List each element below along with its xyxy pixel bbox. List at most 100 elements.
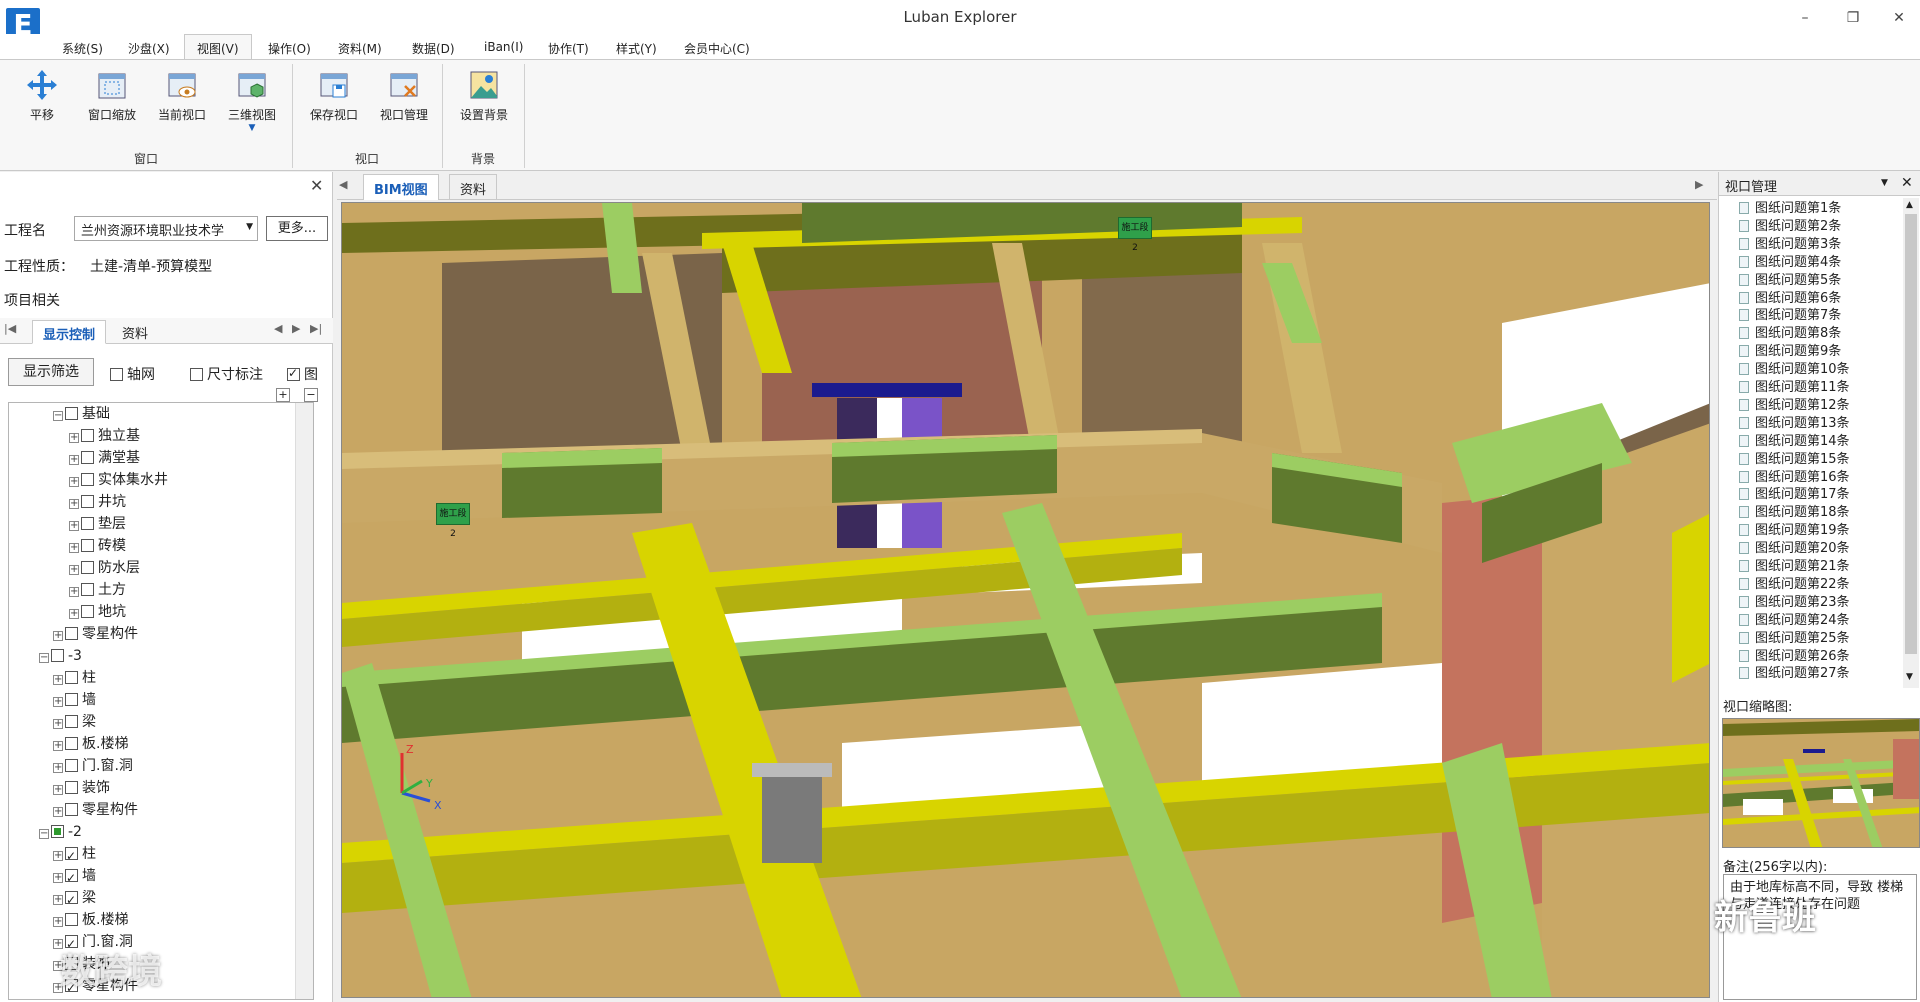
tree-node[interactable]: +墙 <box>53 865 96 889</box>
expand-icon[interactable]: + <box>69 521 79 531</box>
project-select[interactable]: 兰州资源环境职业技术学 ▼ <box>74 216 258 241</box>
saved-view-item[interactable]: 图纸问题第4条 <box>1725 254 1841 272</box>
saved-view-item[interactable]: 图纸问题第5条 <box>1725 272 1841 290</box>
expand-icon[interactable]: + <box>69 587 79 597</box>
expand-icon[interactable]: + <box>53 895 63 905</box>
checkbox[interactable] <box>81 561 94 574</box>
collapse-icon[interactable]: − <box>39 653 49 663</box>
checkbox[interactable] <box>110 368 123 381</box>
expand-icon[interactable]: + <box>53 807 63 817</box>
more-button[interactable]: 更多... <box>266 216 328 241</box>
pan-button[interactable]: 平移 <box>10 68 74 138</box>
menu-material[interactable]: 资料(M) <box>334 38 386 59</box>
checkbox[interactable] <box>65 693 78 706</box>
axis-grid-checkbox[interactable]: 轴网 <box>110 364 155 384</box>
menu-sandbox[interactable]: 沙盘(X) <box>124 38 174 59</box>
list-scrollbar[interactable]: ▲ ▼ <box>1903 198 1919 688</box>
expand-icon[interactable]: + <box>69 609 79 619</box>
construction-tag-marker[interactable]: 施工段2 <box>436 503 470 539</box>
saved-view-item[interactable]: 图纸问题第24条 <box>1725 612 1850 630</box>
checkbox[interactable] <box>287 366 300 381</box>
menu-iban[interactable]: iBan(I) <box>480 38 527 56</box>
saved-view-item[interactable]: 图纸问题第9条 <box>1725 343 1841 361</box>
window-zoom-button[interactable]: 窗口缩放 <box>80 68 144 138</box>
checkbox[interactable] <box>81 495 94 508</box>
expand-icon[interactable]: + <box>53 851 63 861</box>
tree-node[interactable]: + 实体集水井 <box>69 469 168 491</box>
save-viewport-button[interactable]: 保存视口 <box>302 68 366 138</box>
first-page-icon[interactable]: |◀ <box>4 322 16 335</box>
tree-node[interactable]: − -2 <box>39 821 82 843</box>
expand-icon[interactable]: + <box>53 917 63 927</box>
tab-material[interactable]: 资料 <box>112 320 158 344</box>
expand-icon[interactable]: + <box>53 763 63 773</box>
tree-node[interactable]: + 门.窗.洞 <box>53 755 133 777</box>
expand-icon[interactable]: + <box>69 499 79 509</box>
tree-node[interactable]: + 独立基 <box>69 425 140 447</box>
scroll-down-icon[interactable]: ▼ <box>1906 672 1913 682</box>
checkbox[interactable] <box>81 429 94 442</box>
checkbox[interactable] <box>65 913 78 926</box>
tree-node[interactable]: + 井坑 <box>69 491 126 513</box>
tree-node[interactable]: +梁 <box>53 711 96 733</box>
checkbox[interactable] <box>190 368 203 381</box>
checkbox[interactable] <box>65 715 78 728</box>
tree-node[interactable]: + 防水层 <box>69 557 140 579</box>
viewport-manage-button[interactable]: 视口管理 <box>372 68 436 138</box>
dimension-checkbox[interactable]: 尺寸标注 <box>190 364 263 384</box>
menu-member[interactable]: 会员中心(C) <box>680 38 754 59</box>
saved-view-item[interactable]: 图纸问题第6条 <box>1725 290 1841 308</box>
scroll-left-icon[interactable]: ◀ <box>274 322 282 335</box>
tree-node[interactable]: + 板.楼梯 <box>53 909 128 931</box>
saved-view-item[interactable]: 图纸问题第3条 <box>1725 236 1841 254</box>
scrollbar-thumb[interactable] <box>1905 214 1917 654</box>
close-icon[interactable]: ✕ <box>1901 175 1913 191</box>
checkbox[interactable] <box>65 803 78 816</box>
saved-view-item[interactable]: 图纸问题第16条 <box>1725 469 1850 487</box>
saved-view-item[interactable]: 图纸问题第10条 <box>1725 361 1850 379</box>
expand-icon[interactable]: + <box>69 477 79 487</box>
tree-node[interactable]: + 满堂基 <box>69 447 140 469</box>
saved-view-item[interactable]: 图纸问题第14条 <box>1725 433 1850 451</box>
checkbox[interactable] <box>81 583 94 596</box>
saved-view-item[interactable]: 图纸问题第13条 <box>1725 415 1850 433</box>
tab-scroll-right-icon[interactable]: ▶ <box>1695 178 1703 191</box>
expand-icon[interactable]: + <box>53 675 63 685</box>
checkbox[interactable] <box>81 605 94 618</box>
saved-view-item[interactable]: 图纸问题第2条 <box>1725 218 1841 236</box>
expand-all-icon[interactable]: + <box>276 388 290 402</box>
expand-icon[interactable]: + <box>53 697 63 707</box>
saved-view-item[interactable]: 图纸问题第25条 <box>1725 630 1850 648</box>
expand-icon[interactable]: + <box>53 741 63 751</box>
collapse-all-icon[interactable]: − <box>304 388 318 402</box>
expand-icon[interactable]: + <box>69 455 79 465</box>
tab-display-control[interactable]: 显示控制 <box>32 320 107 344</box>
tree-node[interactable]: + 零星构件 <box>53 799 138 821</box>
menu-collab[interactable]: 协作(T) <box>544 38 593 59</box>
checkbox[interactable] <box>65 627 78 640</box>
scroll-right-icon[interactable]: ▶ <box>292 322 300 335</box>
chevron-down-icon[interactable]: ▼ <box>220 123 284 133</box>
tree-node[interactable]: + 地坑 <box>69 601 126 623</box>
collapse-icon[interactable]: − <box>53 411 63 421</box>
drawing-checkbox[interactable]: 图 <box>287 364 318 384</box>
tree-node[interactable]: + 零星构件 <box>53 623 138 645</box>
tree-node[interactable]: +柱 <box>53 843 96 867</box>
saved-view-item[interactable]: 图纸问题第18条 <box>1725 504 1850 522</box>
menu-operation[interactable]: 操作(O) <box>264 38 315 59</box>
tab-scroll-left-icon[interactable]: ◀ <box>339 178 347 191</box>
tab-material-doc[interactable]: 资料 <box>449 174 498 200</box>
tree-node[interactable]: + 砖模 <box>69 535 126 557</box>
saved-view-item[interactable]: 图纸问题第21条 <box>1725 558 1850 576</box>
left-panel-close-icon[interactable]: ✕ <box>310 176 323 195</box>
collapse-icon[interactable]: − <box>39 829 49 839</box>
tree-node[interactable]: − 基础 <box>53 403 110 425</box>
saved-view-item[interactable]: 图纸问题第15条 <box>1725 451 1850 469</box>
checkbox[interactable] <box>51 649 64 662</box>
checkbox[interactable] <box>81 473 94 486</box>
checkbox[interactable] <box>65 737 78 750</box>
scroll-up-icon[interactable]: ▲ <box>1906 200 1913 210</box>
saved-view-item[interactable]: 图纸问题第7条 <box>1725 307 1841 325</box>
saved-view-item[interactable]: 图纸问题第1条 <box>1725 200 1841 218</box>
saved-view-item[interactable]: 图纸问题第8条 <box>1725 325 1841 343</box>
